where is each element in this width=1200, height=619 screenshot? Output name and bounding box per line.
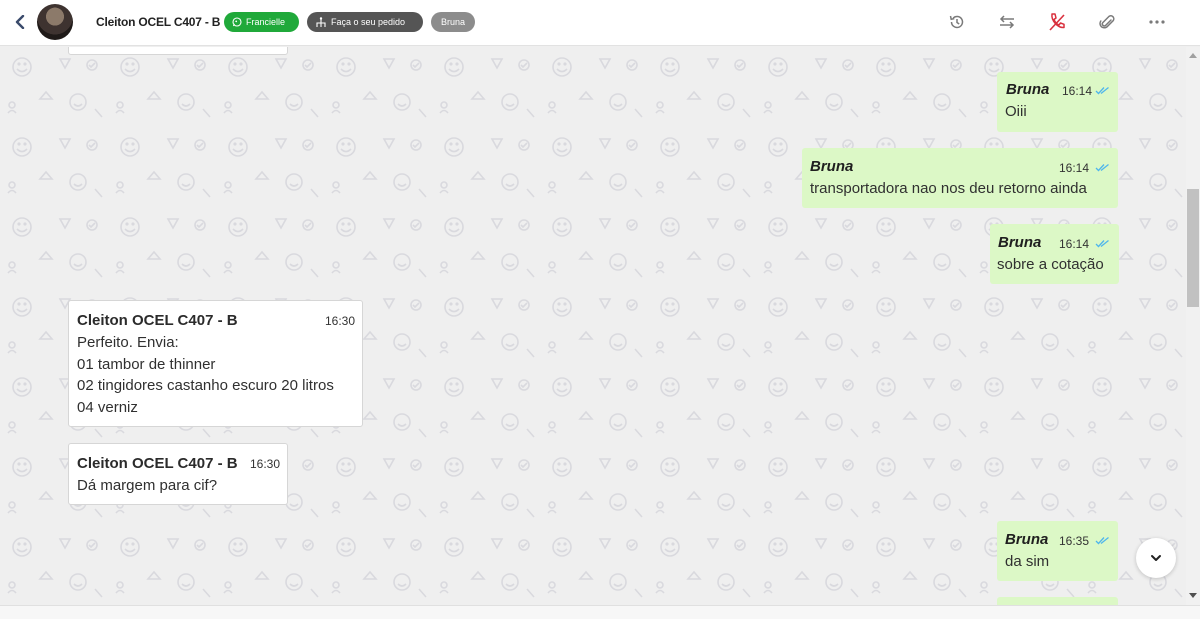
message-bubble-outgoing[interactable]: Bruna 16:14 sobre a cotação: [990, 224, 1119, 284]
agent-badge[interactable]: Francielle: [224, 12, 299, 32]
read-ticks-icon: [1095, 536, 1109, 545]
message-bubble-partial: [997, 597, 1118, 605]
flow-icon: [316, 16, 326, 27]
message-time: 16:30: [325, 314, 356, 328]
message-time: 16:14: [1059, 161, 1090, 175]
chat-area[interactable]: Bruna 16:14 Oiii Bruna 16:14 transportad…: [0, 47, 1186, 605]
message-sender: Bruna: [998, 234, 1042, 251]
message-bubble-incoming[interactable]: Cleiton OCEL C407 - B 16:30 Perfeito. En…: [68, 300, 363, 427]
message-sender: Bruna: [1006, 81, 1050, 98]
contact-name[interactable]: Cleiton OCEL C407 - B: [96, 15, 220, 29]
message-time: 16:35: [1059, 534, 1090, 548]
message-text: transportadora nao nos deu retorno ainda: [810, 180, 1087, 197]
message-bubble-outgoing[interactable]: Bruna 16:14 transportadora nao nos deu r…: [802, 148, 1118, 208]
message-bubble-incoming[interactable]: Cleiton OCEL C407 - B 16:30 Dá margem pa…: [68, 443, 288, 505]
avatar[interactable]: [37, 4, 73, 40]
message-text: Oiii: [1005, 103, 1027, 120]
end-call-icon[interactable]: [1047, 12, 1067, 32]
back-arrow-icon[interactable]: [10, 11, 30, 33]
read-ticks-icon: [1095, 239, 1109, 248]
message-sender: Bruna: [810, 158, 854, 175]
message-time: 16:30: [250, 457, 281, 471]
message-text: Perfeito. Envia:: [77, 334, 179, 351]
message-text: 02 tingidores castanho escuro 20 litros: [77, 377, 334, 394]
composer-bar-edge: [0, 605, 1200, 619]
attachment-icon[interactable]: [1097, 12, 1117, 32]
message-sender: Cleiton OCEL C407 - B: [77, 312, 238, 329]
message-time: 16:14: [1062, 84, 1093, 98]
history-icon[interactable]: [947, 12, 967, 32]
message-time: 16:14: [1059, 237, 1090, 251]
message-bubble-outgoing[interactable]: Bruna 16:14 Oiii: [997, 72, 1118, 132]
order-badge[interactable]: Faça o seu pedido: [307, 12, 423, 32]
chat-scrollbar[interactable]: [1186, 47, 1200, 605]
order-badge-label: Faça o seu pedido: [331, 17, 406, 27]
message-bubble-partial: [68, 47, 288, 55]
message-text: 01 tambor de thinner: [77, 356, 216, 373]
scroll-up-arrow-icon[interactable]: [1189, 53, 1197, 58]
message-bubble-outgoing[interactable]: Bruna 16:35 da sim: [997, 521, 1118, 581]
message-sender: Bruna: [1005, 531, 1049, 548]
transfer-icon[interactable]: [997, 12, 1017, 32]
read-ticks-icon: [1095, 163, 1109, 172]
message-text: sobre a cotação: [997, 256, 1104, 273]
message-text: 04 verniz: [77, 399, 138, 416]
user-badge-label: Bruna: [440, 17, 466, 27]
message-text: Dá margem para cif?: [77, 477, 218, 494]
whatsapp-icon: [232, 17, 242, 27]
scroll-to-bottom-button[interactable]: [1136, 538, 1176, 578]
scroll-down-arrow-icon[interactable]: [1189, 593, 1197, 598]
more-icon[interactable]: [1147, 12, 1167, 32]
scrollbar-thumb[interactable]: [1187, 189, 1199, 307]
chevron-down-icon: [1151, 555, 1161, 561]
message-text: da sim: [1005, 553, 1050, 570]
message-sender: Cleiton OCEL C407 - B: [77, 455, 238, 472]
chat-header: Cleiton OCEL C407 - B Francielle Faça o …: [0, 0, 1200, 46]
agent-badge-label: Francielle: [246, 17, 286, 27]
read-ticks-icon: [1095, 86, 1109, 95]
user-badge[interactable]: Bruna: [431, 12, 475, 32]
